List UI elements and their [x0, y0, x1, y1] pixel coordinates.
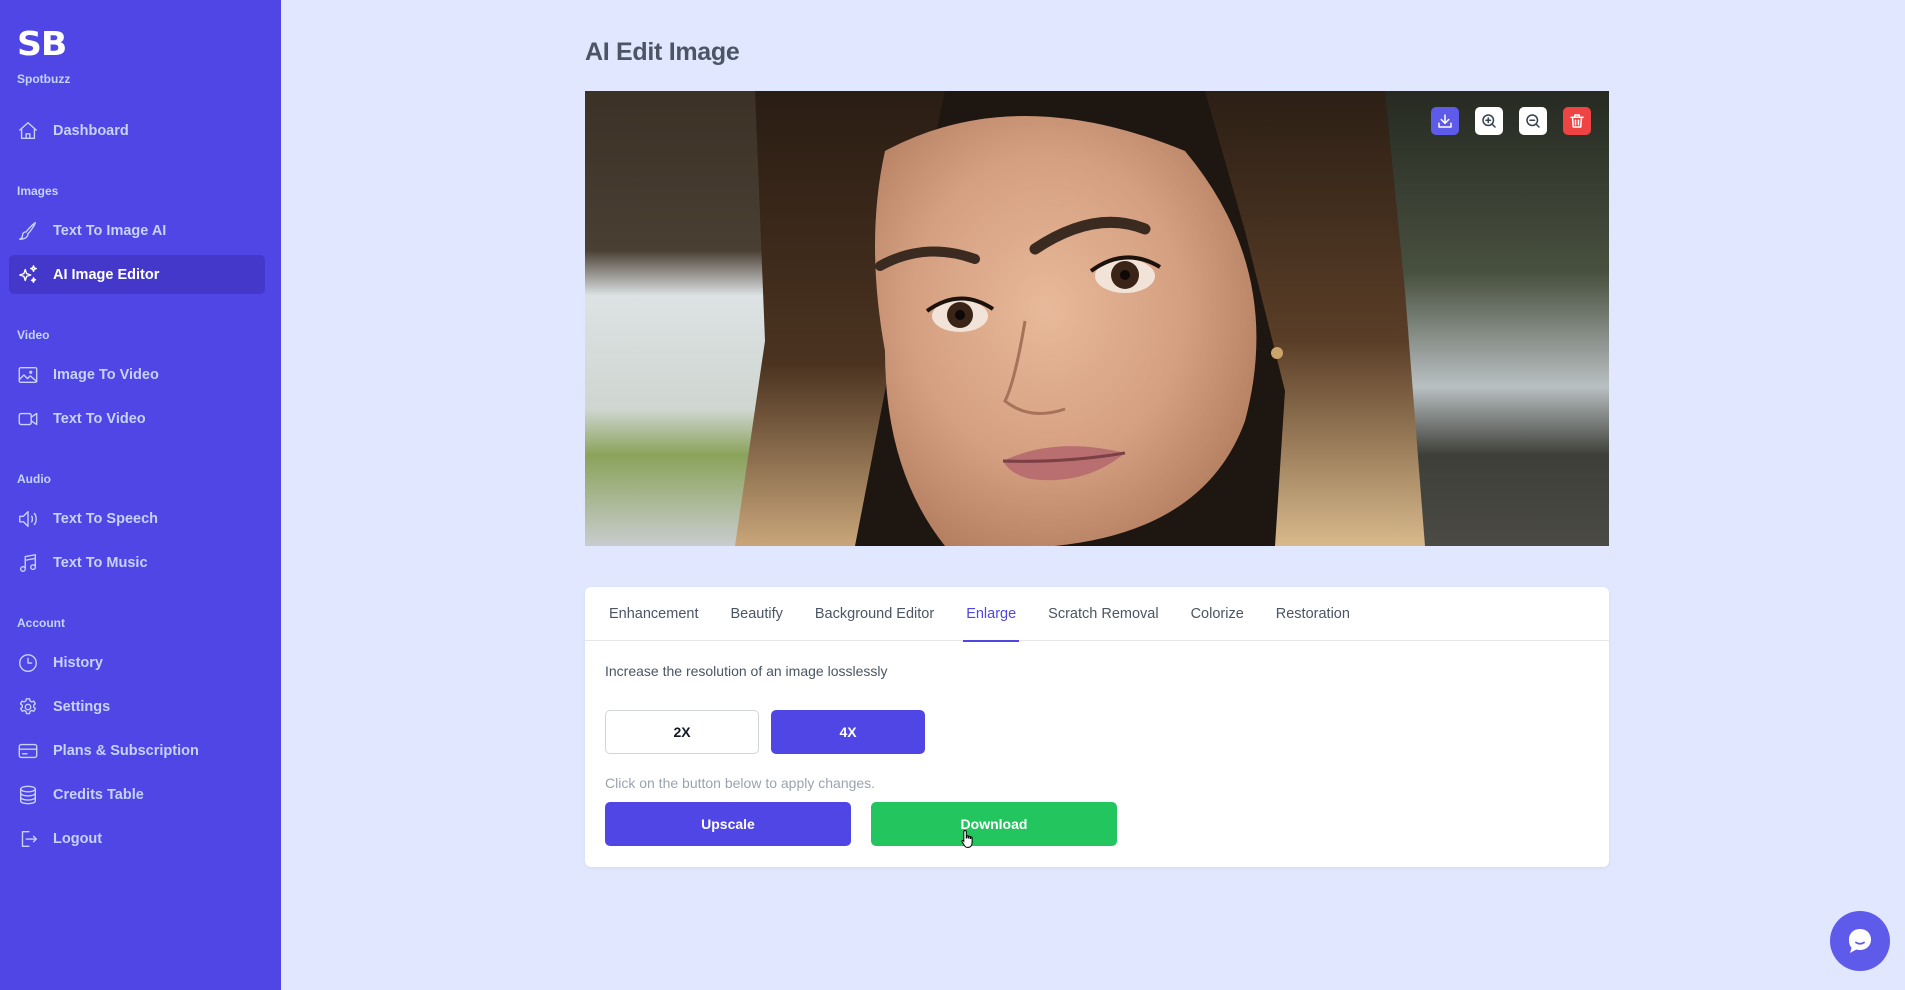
sidebar-item-label: Text To Speech — [53, 510, 159, 527]
clock-icon — [17, 652, 39, 674]
tab-scratch-removal[interactable]: Scratch Removal — [1048, 587, 1158, 641]
edited-photo — [585, 91, 1609, 546]
home-icon — [17, 120, 39, 142]
sidebar-item-history[interactable]: History — [9, 643, 265, 682]
tab-restoration[interactable]: Restoration — [1276, 587, 1350, 641]
credit-card-icon — [17, 740, 39, 762]
sidebar-item-image-to-video[interactable]: Image To Video — [9, 355, 265, 394]
sidebar-item-label: Image To Video — [53, 366, 159, 383]
chat-icon — [1849, 929, 1871, 953]
sidebar-item-label: Text To Music — [53, 554, 148, 571]
download-button[interactable]: Download — [871, 802, 1117, 846]
page-title: AI Edit Image — [585, 38, 740, 66]
sidebar-item-settings[interactable]: Settings — [9, 687, 265, 726]
tab-enhancement[interactable]: Enhancement — [609, 587, 698, 641]
image-toolbar — [1431, 107, 1591, 135]
zoom-in-icon — [1482, 114, 1496, 128]
sidebar-item-text-to-image[interactable]: Text To Image AI — [9, 211, 265, 250]
database-icon — [17, 784, 39, 806]
chat-widget-button[interactable] — [1830, 911, 1890, 971]
image-preview — [585, 91, 1609, 546]
apply-hint: Click on the button below to apply chang… — [605, 775, 876, 791]
sparkles-icon — [17, 264, 39, 286]
upscale-button[interactable]: Upscale — [605, 802, 851, 846]
sidebar-item-label: AI Image Editor — [53, 266, 160, 283]
sidebar-item-label: Credits Table — [53, 786, 144, 803]
sidebar-item-label: Dashboard — [53, 122, 129, 139]
tab-enlarge[interactable]: Enlarge — [963, 587, 1020, 642]
edit-tabs: Enhancement Beautify Background Editor E… — [585, 587, 1609, 642]
download-icon — [1438, 114, 1452, 128]
sidebar-item-label: History — [53, 654, 103, 671]
sidebar-item-ai-image-editor[interactable]: AI Image Editor — [9, 255, 265, 294]
tab-colorize[interactable]: Colorize — [1191, 587, 1244, 641]
sidebar-item-text-to-music[interactable]: Text To Music — [9, 543, 265, 582]
hand-pointer-cursor — [961, 829, 973, 848]
sidebar-item-logout[interactable]: Logout — [9, 819, 265, 858]
sidebar-item-label: Settings — [53, 698, 111, 715]
delete-image-button[interactable] — [1563, 107, 1591, 135]
sidebar-item-dashboard[interactable]: Dashboard — [9, 111, 265, 150]
zoom-out-icon — [1526, 114, 1540, 128]
sidebar-item-label: Logout — [53, 830, 103, 847]
section-label-images: Images — [17, 184, 59, 198]
sidebar: SB Spotbuzz Dashboard Images Text To Ima… — [0, 0, 281, 990]
sidebar-item-label: Text To Image AI — [53, 222, 167, 239]
brand-name: Spotbuzz — [17, 72, 71, 86]
zoom-in-button[interactable] — [1475, 107, 1503, 135]
section-label-account: Account — [17, 616, 65, 630]
gear-icon — [17, 696, 39, 718]
scale-4x-button[interactable]: 4X — [771, 710, 925, 754]
trash-icon — [1570, 114, 1584, 128]
scale-2x-button[interactable]: 2X — [605, 710, 759, 754]
tab-beautify[interactable]: Beautify — [730, 587, 782, 641]
enlarge-description: Increase the resolution of an image loss… — [605, 663, 888, 679]
sidebar-item-text-to-video[interactable]: Text To Video — [9, 399, 265, 438]
download-image-button[interactable] — [1431, 107, 1459, 135]
sidebar-item-label: Plans & Subscription — [53, 742, 199, 759]
sidebar-item-credits-table[interactable]: Credits Table — [9, 775, 265, 814]
brand-logo[interactable]: SB — [17, 24, 67, 63]
zoom-out-button[interactable] — [1519, 107, 1547, 135]
image-icon — [17, 364, 39, 386]
logout-icon — [17, 828, 39, 850]
music-note-icon — [17, 552, 39, 574]
section-label-video: Video — [17, 328, 50, 342]
edit-options-panel: Enhancement Beautify Background Editor E… — [585, 587, 1609, 867]
sidebar-item-plans-subscription[interactable]: Plans & Subscription — [9, 731, 265, 770]
paintbrush-icon — [17, 220, 39, 242]
sidebar-item-text-to-speech[interactable]: Text To Speech — [9, 499, 265, 538]
section-label-audio: Audio — [17, 472, 51, 486]
sidebar-item-label: Text To Video — [53, 410, 146, 427]
speaker-icon — [17, 508, 39, 530]
video-camera-icon — [17, 408, 39, 430]
tab-background-editor[interactable]: Background Editor — [815, 587, 934, 641]
